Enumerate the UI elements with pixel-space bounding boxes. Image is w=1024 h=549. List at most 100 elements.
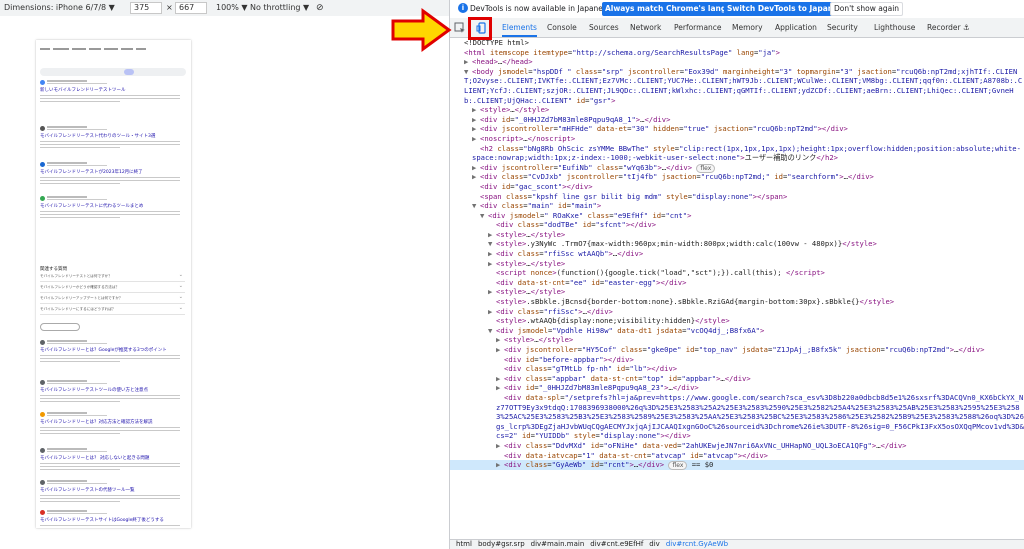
dom-node-line[interactable]: ▶ <div class="rfiSsc">…</div> (450, 307, 1024, 317)
dont-show-again-button[interactable]: Don't show again (830, 2, 904, 16)
emulated-phone-screen[interactable]: 関連する質問 新しいモバイルフレンドリーテストツール モバイルフレンドリーテスト代… (36, 40, 191, 528)
expand-triangle-icon[interactable]: ▶ (472, 134, 480, 144)
dom-node-line[interactable]: ▼ <style>.y3NyWc .TrmO7{max-width:960px;m… (450, 239, 1024, 249)
expand-triangle-icon[interactable]: ▶ (472, 115, 480, 125)
dom-node-line[interactable]: <style>.sBbkle.jBcnsd{border-bottom:none… (450, 297, 1024, 307)
expand-triangle-icon[interactable]: ▶ (496, 335, 504, 345)
result-title-link[interactable]: モバイルフレンドリーテストツールの使い方と注意点 (40, 388, 148, 393)
expand-triangle-icon[interactable]: ▶ (488, 259, 496, 269)
dom-node-line[interactable]: <html itemscope itemtype="http://schema.… (450, 48, 1024, 58)
breadcrumb-item[interactable]: div#rcnt.GyAeWb (666, 540, 728, 548)
result-title-link[interactable]: モバイルフレンドリーテスト代わりのツール・サイト3選 (40, 134, 155, 139)
dom-node-line[interactable]: ▶ <noscript>…</noscript> (450, 134, 1024, 144)
tab-console[interactable]: Console (547, 18, 577, 37)
rotate-icon[interactable]: ⊘ (316, 2, 324, 14)
search-result[interactable]: モバイルフレンドリーテストツールの使い方と注意点 (40, 380, 186, 412)
tab-recorder[interactable]: Recorder ⚓ (927, 18, 970, 37)
dom-node-line[interactable]: <span class="kpshf line gsr bilit big md… (450, 192, 1024, 202)
search-result[interactable]: モバイルフレンドリーテストサイトはGoogle終了後どうする (40, 510, 186, 528)
throttling-select[interactable]: No throttling ▼ (250, 2, 309, 14)
collapse-triangle-icon[interactable]: ▼ (488, 239, 496, 249)
breadcrumb-item[interactable]: html (456, 540, 472, 548)
search-result[interactable]: モバイルフレンドリーとは？ 対応しないと起きる問題 (40, 448, 186, 480)
inspect-element-icon[interactable] (454, 22, 466, 34)
expand-triangle-icon[interactable]: ▶ (496, 441, 504, 451)
dom-node-line[interactable]: ▶ <div class="CvDJxb" jscontroller="tIj4f… (450, 172, 1024, 182)
device-height-input[interactable]: 667 (175, 2, 207, 14)
dom-node-line[interactable]: ▶ <style>…</style> (450, 259, 1024, 269)
collapse-triangle-icon[interactable]: ▼ (488, 326, 496, 336)
dom-node-line[interactable]: ▶ <div jscontroller="HY5Cof" class="gke0p… (450, 345, 1024, 355)
breadcrumb-item[interactable]: div (649, 540, 660, 548)
result-title-link[interactable]: モバイルフレンドリーとは？Googleが推奨する3つのポイント (40, 348, 167, 353)
search-result[interactable]: モバイルフレンドリーとは？Googleが推奨する3つのポイント (40, 340, 186, 372)
dom-node-line[interactable]: ▶ <div class="appbar" data-st-cnt="top" i… (450, 374, 1024, 384)
dom-node-line[interactable]: <div id="gac_scont"></div> (450, 182, 1024, 192)
dom-node-line[interactable]: ▼ <div jsmodel=" ROaKxe" class="e9EfHf" i… (450, 211, 1024, 221)
expand-triangle-icon[interactable]: ▶ (488, 249, 496, 259)
tab-elements[interactable]: Elements (502, 18, 537, 37)
breadcrumb-item[interactable]: div#main.main (531, 540, 585, 548)
related-question[interactable]: モバイルフレンドリーかどうか確認する方法は？ (40, 282, 185, 293)
dom-node-line[interactable]: <!DOCTYPE html> (450, 38, 1024, 48)
expand-triangle-icon[interactable]: ▶ (472, 172, 480, 182)
expand-triangle-icon[interactable]: ▶ (496, 460, 504, 470)
tab-application[interactable]: Application (775, 18, 817, 37)
device-width-input[interactable]: 375 (130, 2, 162, 14)
dom-node-line[interactable]: <style>.wtAAQb{display:none;visibility:h… (450, 316, 1024, 326)
collapse-triangle-icon[interactable]: ▼ (480, 211, 488, 221)
related-question[interactable]: モバイルフレンドリーにするにはどうすれば？ (40, 304, 185, 315)
expand-triangle-icon[interactable]: ▶ (496, 374, 504, 384)
dom-node-line[interactable]: <div class="dodTBe" id="sfcnt"></div> (450, 220, 1024, 230)
dom-node-line[interactable]: <div class="gTMtLb fp-nh" id="lb"></div> (450, 364, 1024, 374)
result-title-link[interactable]: モバイルフレンドリーテストに代わるツールまとめ (40, 204, 143, 209)
dom-node-line[interactable]: <h2 class="bNg8Rb OhScic zsYMMe BBwThe" … (450, 144, 1024, 163)
result-title-link[interactable]: モバイルフレンドリーとは？ 対応しないと起きる問題 (40, 456, 149, 461)
breadcrumb-item[interactable]: div#cnt.e9EfHf (590, 540, 643, 548)
expand-triangle-icon[interactable]: ▶ (472, 124, 480, 134)
dom-node-line[interactable]: ▼ <body jsmodel="hspDDf " class="srp" jsc… (450, 67, 1024, 105)
dom-node-line[interactable]: ▶ <div id="_0HHJZd7bM83mle8Pqpu9qA8_1">…<… (450, 115, 1024, 125)
tab-sources[interactable]: Sources (589, 18, 619, 37)
search-result[interactable]: モバイルフレンドリーテスト代わりのツール・サイト3選 (40, 126, 186, 158)
breadcrumb-item[interactable]: body#gsr.srp (478, 540, 525, 548)
dom-node-line[interactable]: ▶ <style>…</style> (450, 230, 1024, 240)
feedback-pill[interactable] (40, 323, 80, 331)
dom-node-line[interactable]: ▶ <div class="DdvMXd" id="oFNiHe" data-ve… (450, 441, 1024, 451)
dom-node-line[interactable]: ▶ <div jscontroller="mHFHde" data-et="30"… (450, 124, 1024, 134)
expand-triangle-icon[interactable]: ▶ (496, 383, 504, 393)
zoom-select[interactable]: 100% ▼ (216, 2, 248, 14)
search-result[interactable]: モバイルフレンドリーテストの代替ツール一覧 (40, 480, 186, 512)
dom-node-line[interactable]: <script nonce>(function(){google.tick("l… (450, 268, 1024, 278)
search-result[interactable]: 新しいモバイルフレンドリーテストツール (40, 80, 186, 112)
phone-search-bar[interactable] (40, 68, 186, 76)
tab-performance[interactable]: Performance (674, 18, 722, 37)
dom-node-line[interactable]: <div data-spl="/setprefs?hl=ja&prev=http… (450, 393, 1024, 441)
result-title-link[interactable]: モバイルフレンドリーテストサイトはGoogle終了後どうする (40, 518, 164, 523)
tab-lighthouse[interactable]: Lighthouse (874, 18, 915, 37)
dom-node-line[interactable]: ▶ <style>…</style> (450, 105, 1024, 115)
dom-node-line[interactable]: ▶ <style>…</style> (450, 335, 1024, 345)
device-dimensions-select[interactable]: Dimensions: iPhone 6/7/8 ▼ (4, 2, 115, 14)
search-result[interactable]: モバイルフレンドリーとは？対応方法と確認方法を解説 (40, 412, 186, 444)
search-result[interactable]: モバイルフレンドリーテストに代わるツールまとめ (40, 196, 186, 228)
dom-node-line[interactable]: ▶ <div id="_0HHJZd7bM83mle8Pqpu9qA8_23">…… (450, 383, 1024, 393)
dom-node-line[interactable]: <div data-iatvcap="1" data-st-cnt="atvca… (450, 451, 1024, 461)
result-title-link[interactable]: モバイルフレンドリーテストの代替ツール一覧 (40, 488, 135, 493)
related-question[interactable]: モバイルフレンドリーアップデートとは何ですか？ (40, 293, 185, 304)
expand-triangle-icon[interactable]: ▶ (472, 105, 480, 115)
tab-memory[interactable]: Memory (732, 18, 763, 37)
expand-triangle-icon[interactable]: ▶ (472, 163, 480, 173)
collapse-triangle-icon[interactable]: ▼ (472, 201, 480, 211)
result-title-link[interactable]: モバイルフレンドリーテストが2023年12月に終了 (40, 170, 143, 175)
elements-dom-tree[interactable]: <!DOCTYPE html> <html itemscope itemtype=… (450, 38, 1024, 539)
result-title-link[interactable]: モバイルフレンドリーとは？対応方法と確認方法を解説 (40, 420, 153, 425)
dom-node-line[interactable]: ▶ <style>…</style> (450, 287, 1024, 297)
tab-network[interactable]: Network (630, 18, 661, 37)
expand-triangle-icon[interactable]: ▶ (488, 307, 496, 317)
related-question[interactable]: モバイルフレンドリーテストとは何ですか？ (40, 271, 185, 282)
tab-security[interactable]: Security (827, 18, 858, 37)
dom-node-line[interactable]: ▶ <head>…</head> (450, 57, 1024, 67)
dom-node-line[interactable]: ▶ <div jscontroller="EufiNb" class="wYq63… (450, 163, 1024, 173)
result-title-link[interactable]: 新しいモバイルフレンドリーテストツール (40, 88, 126, 93)
